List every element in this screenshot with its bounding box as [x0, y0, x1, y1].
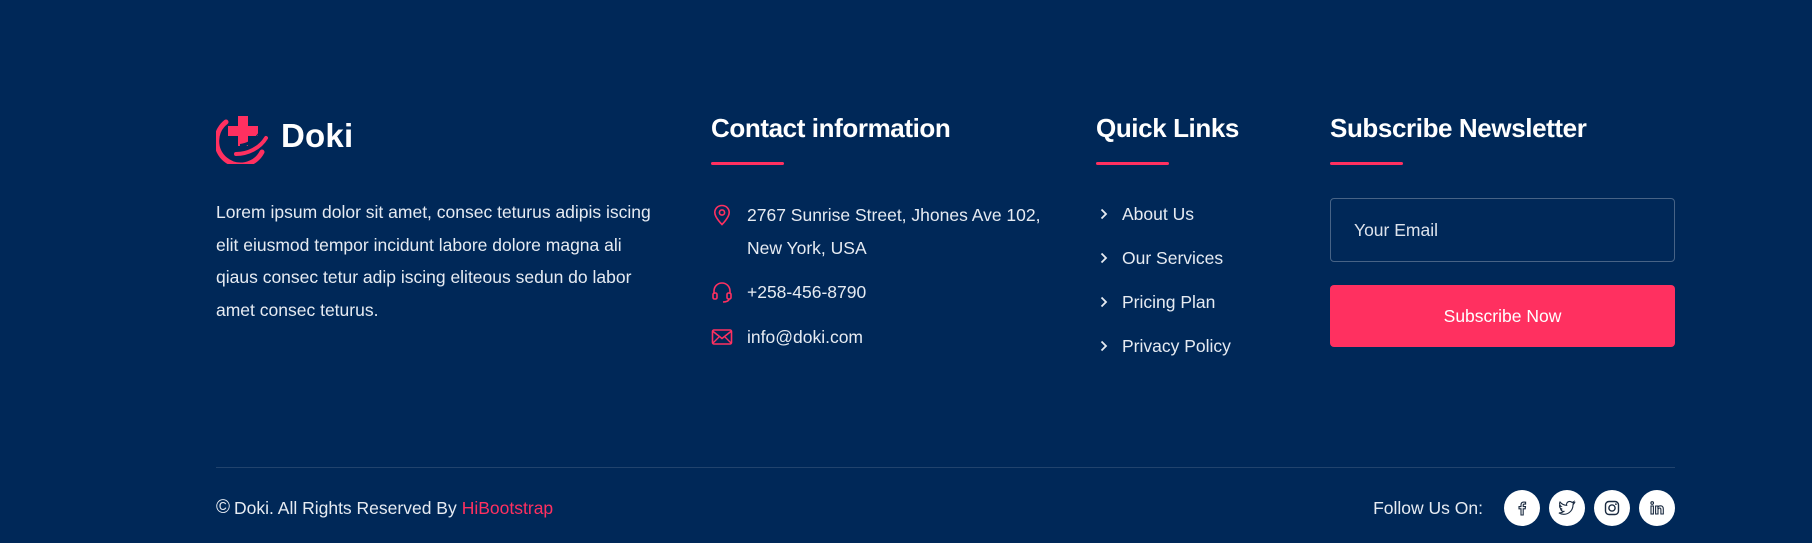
facebook-button[interactable] — [1504, 490, 1540, 526]
newsletter-heading: Subscribe Newsletter — [1330, 113, 1587, 143]
chevron-right-icon — [1100, 208, 1112, 220]
linkedin-icon — [1650, 501, 1664, 515]
copyright-text: Doki. All Rights Reserved By — [234, 497, 457, 518]
contact-heading: Contact information — [711, 113, 951, 143]
about-description: Lorem ipsum dolor sit amet, consec tetur… — [216, 202, 651, 320]
quick-link-our-services[interactable]: Our Services — [1096, 242, 1316, 274]
contact-address-text: 2767 Sunrise Street, Jhones Ave 102, New… — [747, 205, 1041, 258]
facebook-icon — [1518, 501, 1527, 516]
contact-column: Contact information 2767 Sunrise Street,… — [711, 108, 1051, 353]
linkedin-button[interactable] — [1639, 490, 1675, 526]
copyright: © Doki. All Rights Reserved By HiBootstr… — [216, 492, 553, 524]
newsletter-column: Subscribe Newsletter Subscribe Now — [1330, 108, 1675, 347]
quick-link-label: Pricing Plan — [1122, 291, 1216, 312]
heading-underline — [1096, 162, 1169, 165]
quick-links-column: Quick Links About Us Our Services Pricin… — [1096, 108, 1316, 362]
twitter-button[interactable] — [1549, 490, 1585, 526]
quick-link-label: About Us — [1122, 203, 1194, 224]
heading-underline — [711, 162, 784, 165]
subscribe-button[interactable]: Subscribe Now — [1330, 285, 1675, 347]
contact-email: info@doki.com — [711, 321, 1051, 354]
quick-link-pricing-plan[interactable]: Pricing Plan — [1096, 286, 1316, 318]
medical-cross-logo-icon — [216, 116, 268, 164]
quick-link-label: Privacy Policy — [1122, 335, 1231, 356]
copyright-symbol: © — [216, 497, 230, 518]
footer-divider — [216, 467, 1675, 468]
contact-email-text[interactable]: info@doki.com — [747, 321, 863, 354]
logo-text: Doki — [281, 117, 354, 154]
social-follow: Follow Us On: — [1373, 490, 1675, 526]
quick-link-about-us[interactable]: About Us — [1096, 198, 1316, 230]
contact-address: 2767 Sunrise Street, Jhones Ave 102, New… — [711, 199, 1051, 264]
email-input[interactable] — [1330, 198, 1675, 262]
contact-phone: +258-456-8790 — [711, 276, 1051, 309]
chevron-right-icon — [1100, 296, 1112, 308]
hibootstrap-link[interactable]: HiBootstrap — [462, 498, 553, 519]
contact-phone-text[interactable]: +258-456-8790 — [747, 276, 866, 309]
twitter-icon — [1558, 500, 1576, 515]
chevron-right-icon — [1100, 252, 1112, 264]
footer-brand-column: Doki Lorem ipsum dolor sit amet, consec … — [216, 108, 656, 326]
heading-underline — [1330, 162, 1403, 165]
follow-label: Follow Us On: — [1373, 497, 1483, 518]
contact-list: 2767 Sunrise Street, Jhones Ave 102, New… — [711, 199, 1051, 353]
logo[interactable]: Doki — [216, 108, 656, 164]
headset-icon — [711, 276, 733, 308]
chevron-right-icon — [1100, 340, 1112, 352]
instagram-button[interactable] — [1594, 490, 1630, 526]
quick-links-heading: Quick Links — [1096, 113, 1239, 143]
map-pin-icon — [711, 199, 733, 231]
quick-links-list: About Us Our Services Pricing Plan Priva… — [1096, 198, 1316, 362]
instagram-icon — [1604, 500, 1620, 516]
quick-link-privacy-policy[interactable]: Privacy Policy — [1096, 330, 1316, 362]
quick-link-label: Our Services — [1122, 247, 1224, 268]
envelope-icon — [711, 321, 733, 353]
